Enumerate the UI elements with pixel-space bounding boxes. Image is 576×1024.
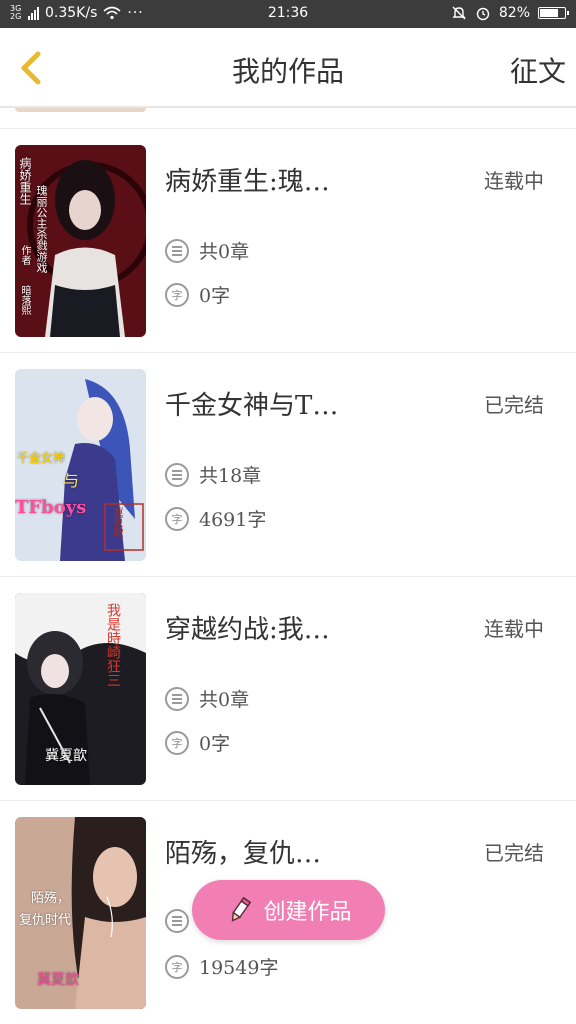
book-cover: 陌殇， 复仇时代 冀夏歆 [15,817,146,1009]
mute-bell-icon [452,6,466,20]
cover-subtitle: 复仇时代 [19,913,72,928]
work-status: 已完结 [484,393,544,417]
previous-cover-peek [15,108,146,112]
status-bar: 3G 2G 0.35K/s ··· 21:36 82% [0,0,576,28]
list-icon [165,462,189,487]
work-card[interactable]: 我是時崎狂三 冀夏歆 穿越约战:我… 连载中 共0章 字 0字 [0,576,576,800]
cover-author: 暗落熙 [19,285,30,315]
cover-tfboys: TFboys [15,497,87,518]
word-icon: 字 [165,506,189,531]
list-icon [165,686,189,711]
work-title: 陌殇，复仇… [165,839,322,869]
book-cover: 病娇重生 瑰丽公主杀戮游戏 作者 暗落熙 [15,145,146,337]
cover-author: 冀夏歆 [111,507,122,537]
word-count: 字 4691字 [165,505,266,532]
create-work-button[interactable]: 创建作品 [192,880,385,940]
work-status: 连载中 [484,617,544,641]
work-status: 已完结 [484,841,544,865]
cover-title: 我是時崎狂三 [105,603,121,687]
alarm-icon [476,7,490,21]
chapter-count: 共18章 [165,461,261,488]
word-icon: 字 [165,282,189,307]
pencil-icon [232,896,252,922]
word-count: 字 0字 [165,281,230,308]
work-title: 千金女神与T… [165,391,339,421]
word-count-text: 0字 [199,733,231,755]
cover-subtitle: 与 [63,471,80,490]
word-count-text: 19549字 [199,957,279,979]
top-nav: 我的作品 征文 [0,28,576,108]
work-card[interactable]: 病娇重生 瑰丽公主杀戮游戏 作者 暗落熙 病娇重生:瑰… 连载中 共0章 字 0… [0,128,576,352]
work-title: 病娇重生:瑰… [165,167,330,197]
cover-author: 冀夏歆 [45,748,87,764]
battery-percent: 82% [498,5,530,21]
book-cover: 我是時崎狂三 冀夏歆 [15,593,146,785]
page-title: 我的作品 [231,55,344,88]
chapter-count: 共0章 [165,685,249,712]
list-icon [165,238,189,263]
chapter-count: 共0章 [165,237,249,264]
cover-title: 病娇重生 [18,157,32,205]
cover-title: 千金女神 [17,451,66,465]
cover-author-label: 作者 [19,245,30,265]
chapter-count-text: 共18章 [199,465,262,487]
cover-author: 冀夏歆 [37,972,79,988]
list-icon [165,909,189,933]
work-card[interactable]: 千金女神 与 TFboys 冀夏歆 千金女神与T… 已完结 共18章 字 469… [0,352,576,576]
back-arrow-icon[interactable] [14,50,50,86]
word-icon: 字 [165,954,189,979]
word-count-text: 0字 [199,285,231,307]
contest-button[interactable]: 征文 [510,50,566,90]
create-work-label: 创建作品 [263,900,352,925]
battery-icon [538,7,569,19]
chapter-count-text: 共0章 [199,241,250,263]
word-icon: 字 [165,730,189,755]
work-status: 连载中 [484,169,544,193]
work-title: 穿越约战:我… [165,615,330,645]
cover-subtitle: 瑰丽公主杀戮游戏 [35,185,48,273]
chapter-count-text: 共0章 [199,689,250,711]
word-count: 字 19549字 [165,953,278,980]
cover-title: 陌殇， [31,891,71,906]
book-cover: 千金女神 与 TFboys 冀夏歆 [15,369,146,561]
word-count-text: 4691字 [199,509,267,531]
word-count: 字 0字 [165,729,230,756]
